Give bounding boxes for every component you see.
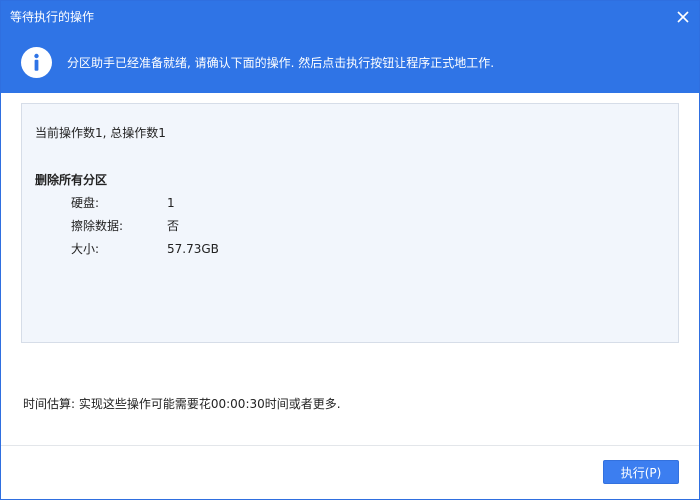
detail-row-size: 大小: 57.73GB bbox=[71, 242, 371, 256]
detail-value: 否 bbox=[167, 219, 180, 233]
title-bar: 等待执行的操作 bbox=[1, 1, 699, 34]
banner-message: 分区助手已经准备就绪, 请确认下面的操作. 然后点击执行按钮让程序正式地工作. bbox=[67, 56, 495, 70]
time-estimate: 时间估算: 实现这些操作可能需要花00:00:30时间或者更多. bbox=[23, 397, 341, 411]
execute-button[interactable]: 执行(P) bbox=[603, 460, 679, 484]
detail-label: 大小: bbox=[71, 242, 100, 256]
info-banner: 分区助手已经准备就绪, 请确认下面的操作. 然后点击执行按钮让程序正式地工作. bbox=[1, 34, 699, 93]
close-button[interactable] bbox=[673, 7, 693, 27]
detail-row-disk: 硬盘: 1 bbox=[71, 196, 371, 210]
detail-label: 硬盘: bbox=[71, 196, 100, 210]
operations-summary: 当前操作数1, 总操作数1 bbox=[35, 126, 166, 140]
operation-title: 删除所有分区 bbox=[35, 173, 108, 187]
footer-divider bbox=[1, 445, 699, 446]
detail-label: 擦除数据: bbox=[71, 219, 124, 233]
operations-panel: 当前操作数1, 总操作数1 删除所有分区 硬盘: 1 擦除数据: 否 大小: 5… bbox=[21, 103, 679, 343]
detail-row-wipe-data: 擦除数据: 否 bbox=[71, 219, 371, 233]
detail-value: 1 bbox=[167, 196, 175, 210]
pending-operations-dialog: 等待执行的操作 分区助手已经准备就绪, 请确认下面的操作. 然后点击执行按钮让程… bbox=[0, 0, 700, 500]
detail-value: 57.73GB bbox=[167, 242, 219, 256]
close-icon bbox=[677, 11, 689, 23]
window-title: 等待执行的操作 bbox=[10, 10, 95, 24]
info-icon bbox=[21, 47, 52, 78]
